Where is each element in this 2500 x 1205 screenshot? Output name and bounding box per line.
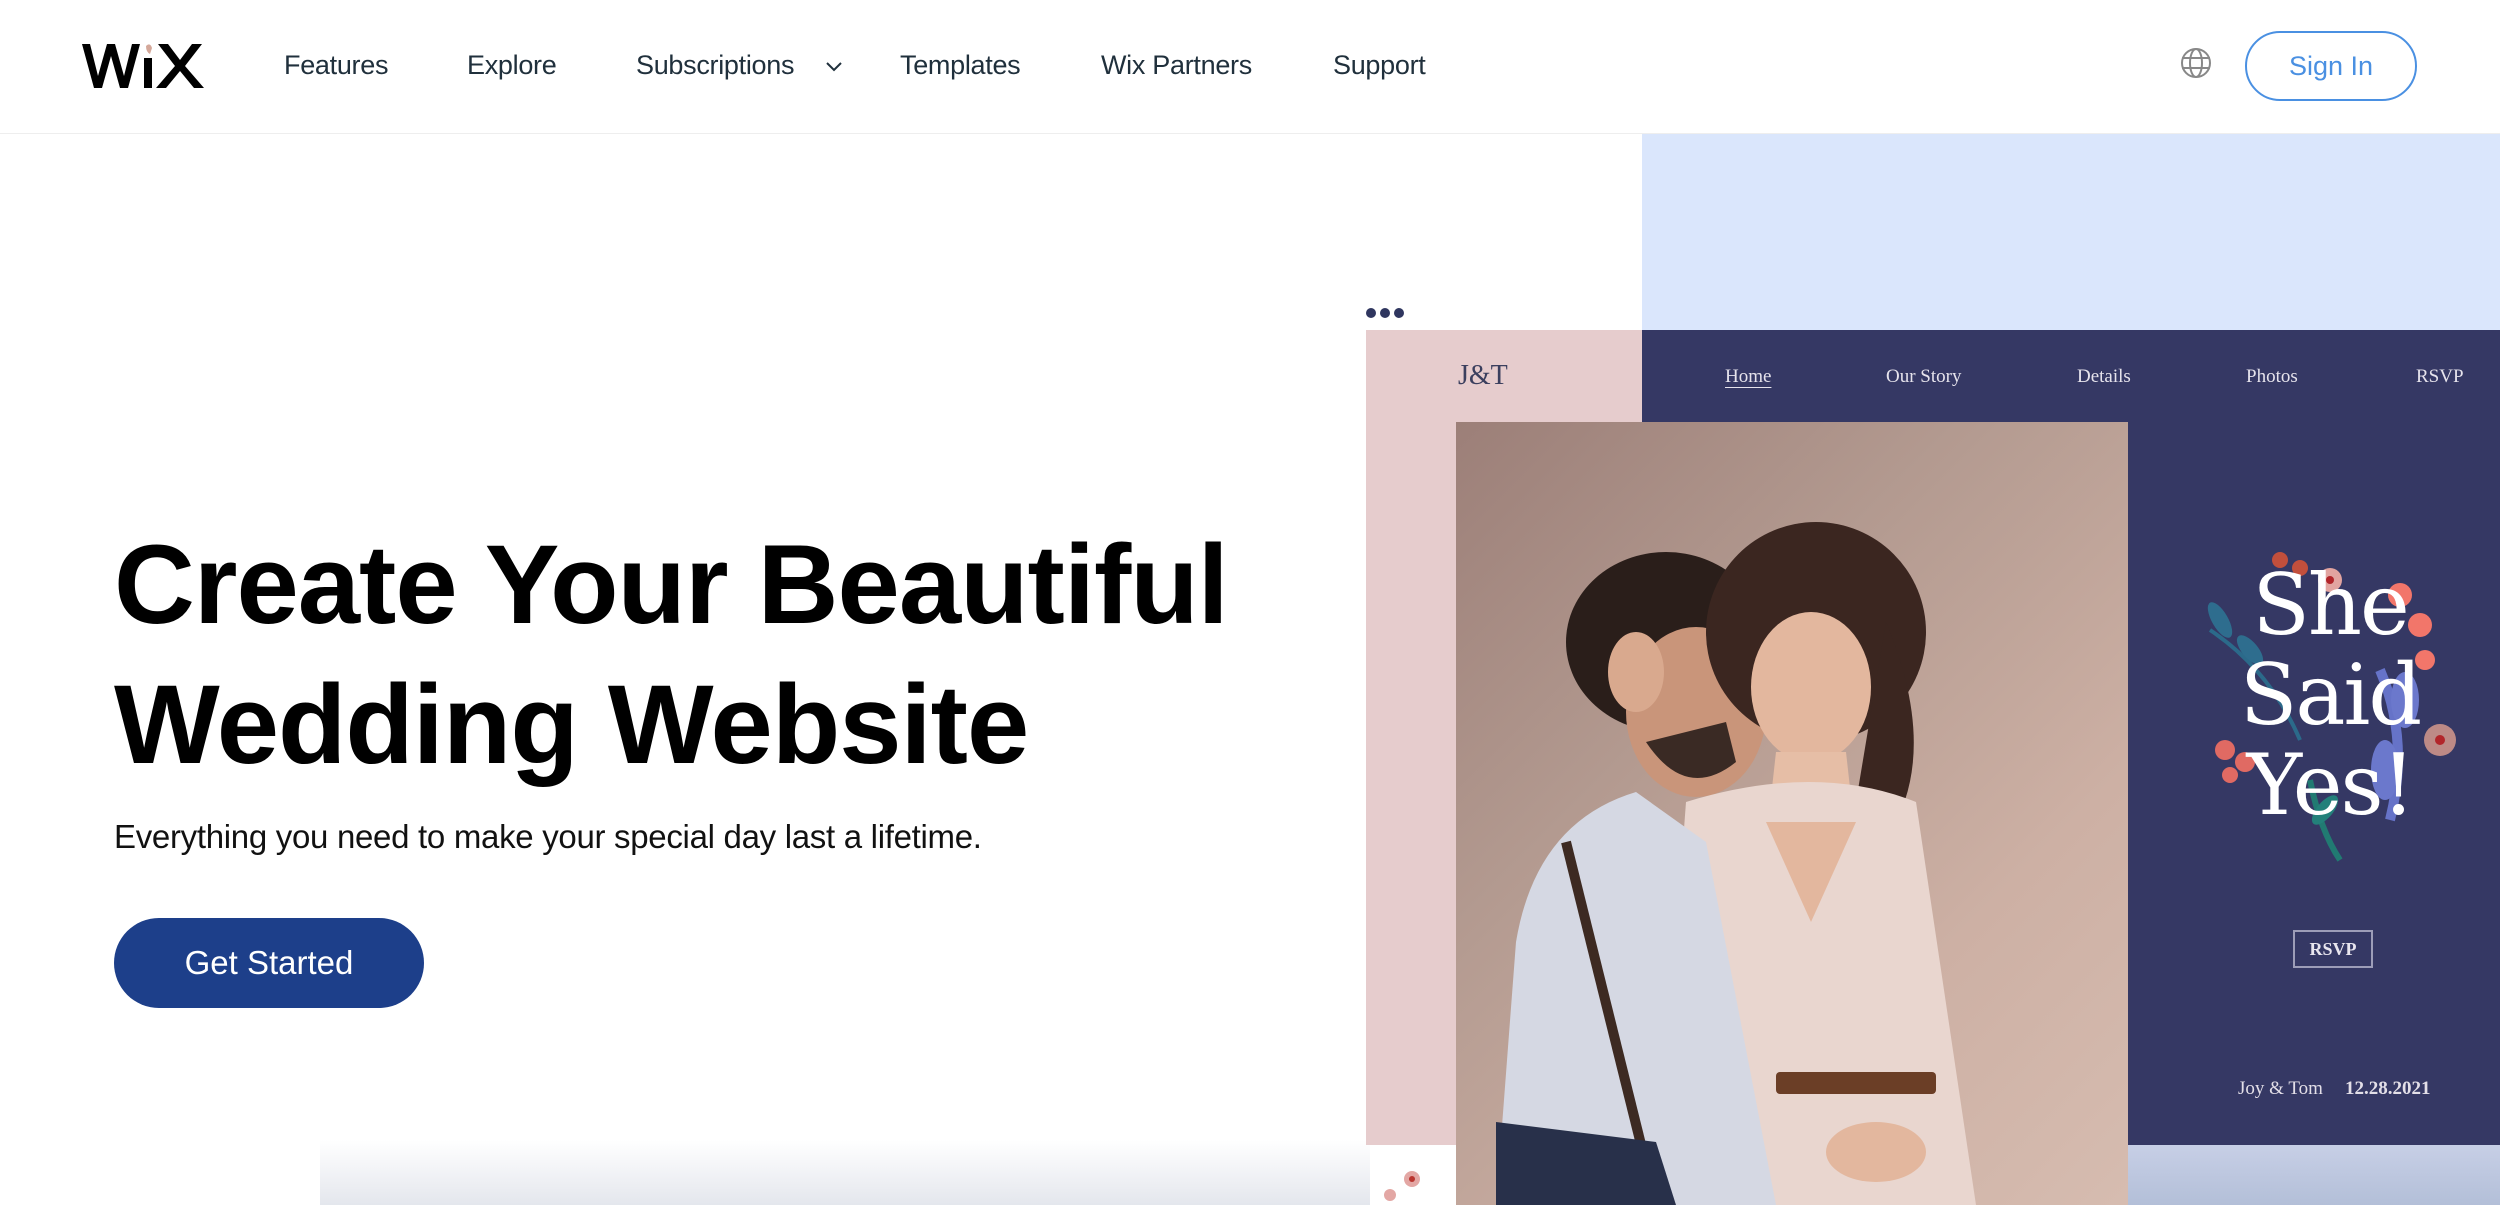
preview-nav-photos[interactable]: Photos [2246,366,2298,388]
nav-support[interactable]: Support [1333,50,1426,81]
couple-names: Joy & Tom [2238,1078,2323,1099]
preview-nav-rsvp[interactable]: RSVP [2416,366,2464,388]
nav-explore[interactable]: Explore [467,50,557,81]
couple-photo [1456,422,2128,1205]
globe-icon[interactable] [2180,47,2212,79]
nav-features[interactable]: Features [284,50,388,81]
hero-subtitle: Everything you need to make your special… [114,818,982,855]
preview-nav-details[interactable]: Details [2077,366,2131,388]
she-said-yes-headline: She Said Yes! [2207,552,2456,862]
hero-title-line-2: Wedding Website [114,662,1029,787]
site-header: Features Explore Subscriptions Templates… [0,0,2500,134]
sign-in-button[interactable]: Sign In [2245,31,2417,101]
nav-subscriptions[interactable]: Subscriptions [636,50,794,81]
headline-line-1: She [2252,556,2409,654]
chevron-down-icon[interactable] [824,60,844,74]
couple-illustration [1496,522,1976,1205]
hero-title: Create Your Beautiful Wedding Website [114,515,1229,795]
more-dots-icon [1366,308,1416,320]
wedding-date: 12.28.2021 [2345,1078,2431,1099]
headline-line-2: Said [2239,646,2422,744]
bottom-shadow [320,1140,1370,1205]
preview-nav-our-story[interactable]: Our Story [1886,366,1961,388]
get-started-button[interactable]: Get Started [114,918,424,1008]
nav-wix-partners[interactable]: Wix Partners [1101,50,1252,81]
preview-monogram: J&T [1458,360,1508,391]
nav-templates[interactable]: Templates [900,50,1021,81]
preview-bottom-strip [2128,1145,2500,1205]
flower-decoration-icon [1384,1171,1420,1201]
wix-logo[interactable] [80,38,206,94]
hero-title-line-1: Create Your Beautiful [114,522,1229,647]
preview-rsvp-button[interactable]: RSVP [2293,930,2373,968]
headline-line-3: Yes! [2246,736,2416,834]
preview-nav-home[interactable]: Home [1725,366,1771,388]
